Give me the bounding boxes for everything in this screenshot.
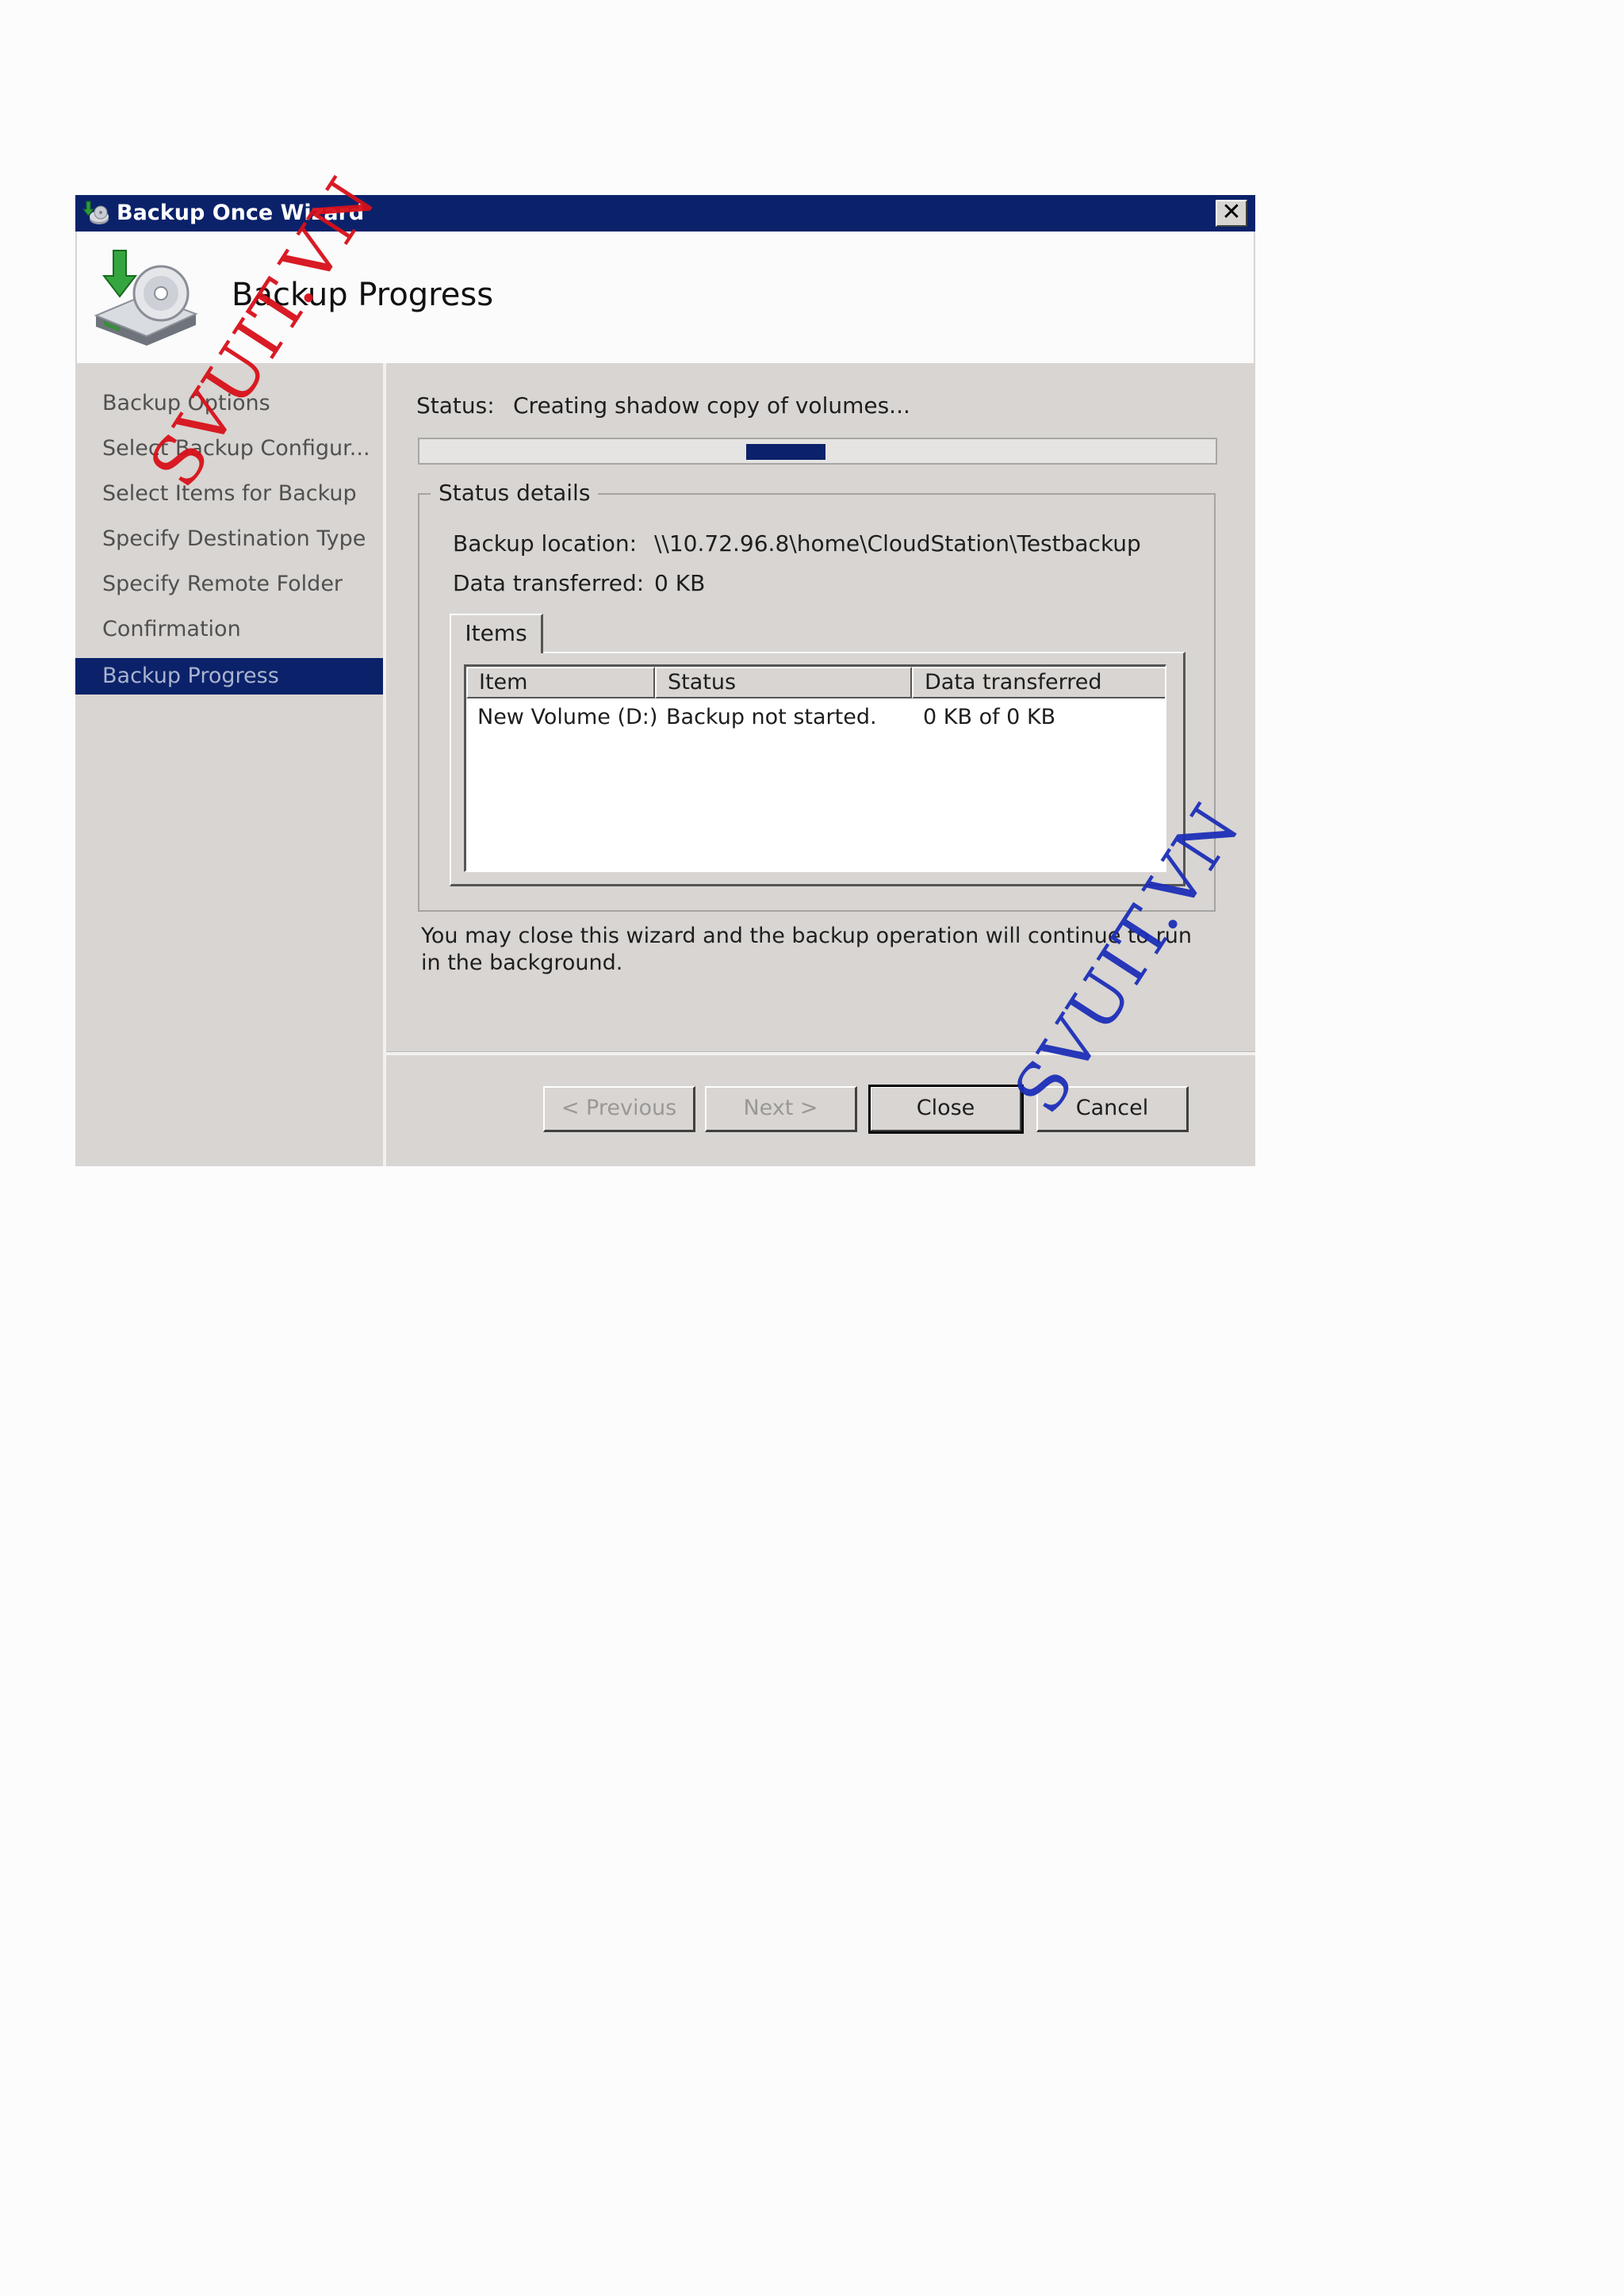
footer-separator (386, 1051, 1255, 1055)
column-header-status[interactable]: Status (655, 667, 912, 698)
progress-marquee (745, 444, 826, 460)
backup-wizard-icon (82, 201, 109, 224)
close-button[interactable]: Close (868, 1085, 1024, 1134)
close-icon[interactable]: ✕ (1216, 200, 1247, 227)
status-label: Status: (416, 392, 495, 419)
nav-item-select-items-for-backup[interactable]: Select Items for Backup (75, 476, 383, 512)
cancel-button[interactable]: Cancel (1036, 1086, 1189, 1132)
wizard-header: Backup Progress (77, 232, 1254, 363)
nav-item-confirmation[interactable]: Confirmation (75, 611, 383, 648)
background-note: You may close this wizard and the backup… (421, 924, 1192, 975)
wizard-content: Status: Creating shadow copy of volumes.… (386, 363, 1255, 1166)
backup-location-value: \\10.72.96.8\home\CloudStation\Testbacku… (654, 530, 1141, 557)
items-tab-panel: Item Status Data transferred New Volume … (450, 652, 1185, 886)
backup-once-wizard-window: Backup Once Wizard ✕ Backup Progress Bac… (75, 195, 1255, 1166)
next-button[interactable]: Next > (705, 1086, 857, 1132)
previous-button[interactable]: < Previous (543, 1086, 695, 1132)
row-data-transferred-cell: 0 KB of 0 KB (923, 705, 1056, 729)
title-bar[interactable]: Backup Once Wizard ✕ (75, 195, 1255, 232)
nav-item-specify-destination-type[interactable]: Specify Destination Type (75, 521, 383, 557)
nav-item-specify-remote-folder[interactable]: Specify Remote Folder (75, 566, 383, 603)
progress-bar (418, 438, 1217, 465)
column-header-item[interactable]: Item (466, 667, 655, 698)
column-header-data-transferred[interactable]: Data transferred (912, 667, 1165, 698)
wizard-step-list: Backup Options Select Backup Configur...… (75, 363, 383, 1166)
window-title: Backup Once Wizard (117, 201, 365, 225)
nav-item-backup-progress[interactable]: Backup Progress (75, 658, 383, 695)
status-value: Creating shadow copy of volumes... (513, 392, 910, 419)
page-title: Backup Progress (232, 277, 494, 313)
nav-item-select-backup-configuration[interactable]: Select Backup Configur... (75, 430, 383, 467)
nav-item-backup-options[interactable]: Backup Options (75, 385, 383, 422)
row-status-cell: Backup not started. (666, 705, 877, 729)
tab-items[interactable]: Items (450, 614, 543, 653)
status-details-legend: Status details (431, 479, 599, 507)
backup-location-label: Backup location: (453, 530, 638, 557)
row-item-cell[interactable]: New Volume (D:) (477, 703, 657, 732)
status-details-group: Status details Backup location: \\10.72.… (418, 479, 1216, 912)
data-transferred-value: 0 KB (654, 570, 706, 596)
backup-disk-icon (94, 250, 198, 346)
items-list[interactable]: Item Status Data transferred New Volume … (464, 664, 1166, 872)
data-transferred-label: Data transferred: (453, 570, 645, 596)
